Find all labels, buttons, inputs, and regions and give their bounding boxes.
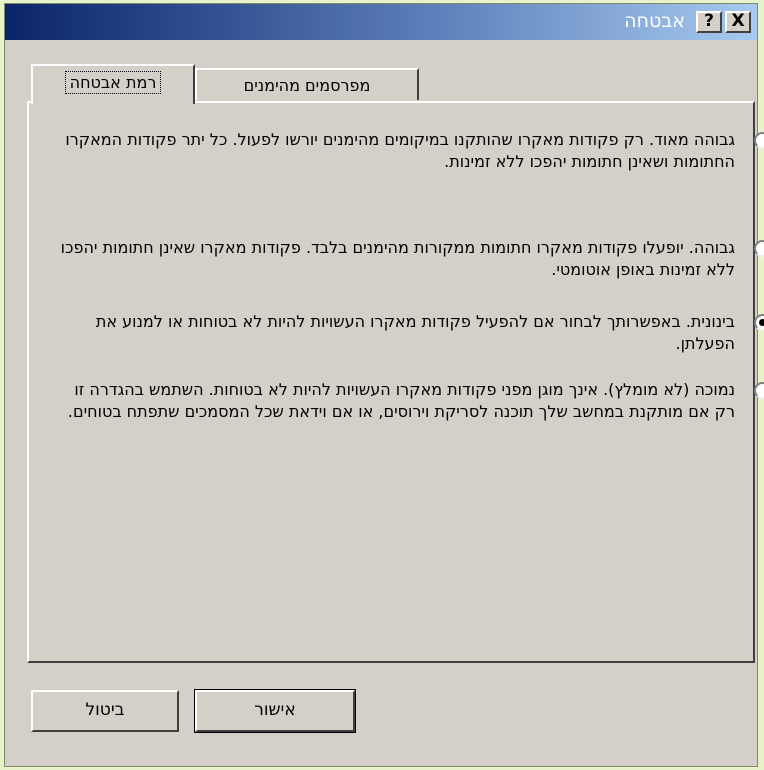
option-low[interactable]: נמוכה (לא מומלץ). אינך מוגן מפני פקודות … [59,379,764,423]
option-high[interactable]: גבוהה. יופעלו פקודות מאקרו חתומות ממקורו… [59,237,764,281]
option-medium-name: בינונית. [685,312,735,331]
radio-low[interactable] [754,382,764,399]
tab-trusted-publishers-label: מפרסמים מהימנים [243,76,371,95]
option-very-high[interactable]: גבוהה מאוד. רק פקודות מאקרו שהותקנו במיק… [59,129,764,173]
option-high-name: גבוהה. [688,238,735,257]
option-medium[interactable]: בינונית. באפשרותך לבחור אם להפעיל פקודות… [59,311,764,355]
tab-trusted-publishers[interactable]: מפרסמים מהימנים [195,68,419,100]
ok-button[interactable]: אישור [194,689,356,733]
tab-security-level-label: רמת אבטחה [64,71,162,94]
title-bar[interactable]: אבטחה ? X [5,4,757,40]
option-medium-text: באפשרותך לבחור אם להפעיל פקודות מאקרו הע… [95,312,735,353]
tab-security-level[interactable]: רמת אבטחה [31,64,195,104]
option-very-high-name: גבוהה מאוד [654,130,735,149]
option-low-name: נמוכה (לא מומלץ). [603,380,735,399]
radio-very-high[interactable] [754,132,764,149]
cancel-button[interactable]: ביטול [31,690,179,732]
radio-medium[interactable] [754,314,764,331]
security-dialog: אבטחה ? X רמת אבטחה מפרסמים מהימנים גבוה… [4,3,764,767]
option-very-high-text: . רק פקודות מאקרו שהותקנו במיקומים מהימנ… [65,130,735,171]
close-button[interactable]: X [725,11,751,33]
radio-high[interactable] [754,240,764,257]
dialog-title: אבטחה [624,10,685,32]
tab-panel: גבוהה מאוד. רק פקודות מאקרו שהותקנו במיק… [27,101,764,663]
option-high-text: יופעלו פקודות מאקרו חתומות ממקורות מהימנ… [60,238,735,279]
help-button[interactable]: ? [696,11,722,33]
